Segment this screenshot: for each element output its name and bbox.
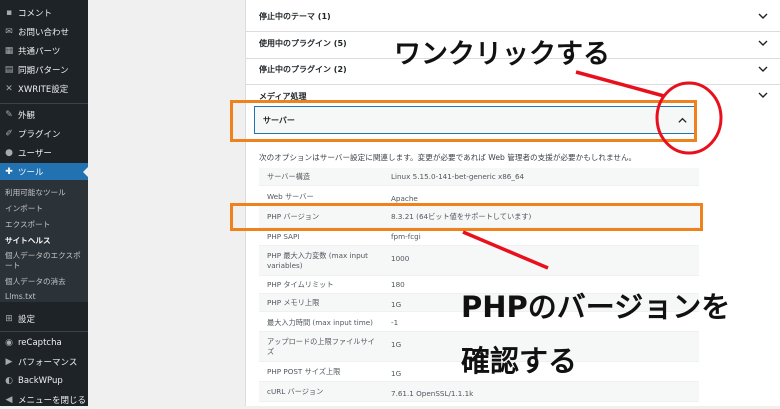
annotation-layer <box>462 70 723 270</box>
annotation-check-php-line1: PHPのバージョンを <box>461 290 731 324</box>
annotation-one-click: ワンクリックする <box>394 39 610 70</box>
arrow-line-to-php-version <box>462 230 549 270</box>
red-circle-annotation <box>655 81 723 155</box>
arrow-line-to-chevron <box>575 70 665 98</box>
annotation-check-php-line2: 確認する <box>461 344 578 378</box>
